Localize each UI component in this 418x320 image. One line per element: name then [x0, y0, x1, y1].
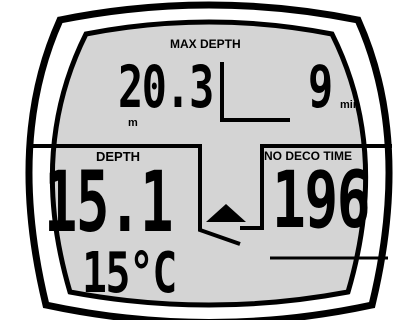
- temperature-value: 15°C: [82, 241, 177, 306]
- max-depth-unit: m: [128, 117, 138, 129]
- max-depth-value: 20.3: [118, 53, 214, 121]
- depth-value: 15.1: [44, 153, 174, 251]
- dive-time-unit: min: [340, 99, 360, 111]
- dive-time-value: 9: [308, 53, 333, 121]
- max-depth-label: MAX DEPTH: [170, 37, 241, 51]
- no-deco-value: 196: [272, 156, 371, 246]
